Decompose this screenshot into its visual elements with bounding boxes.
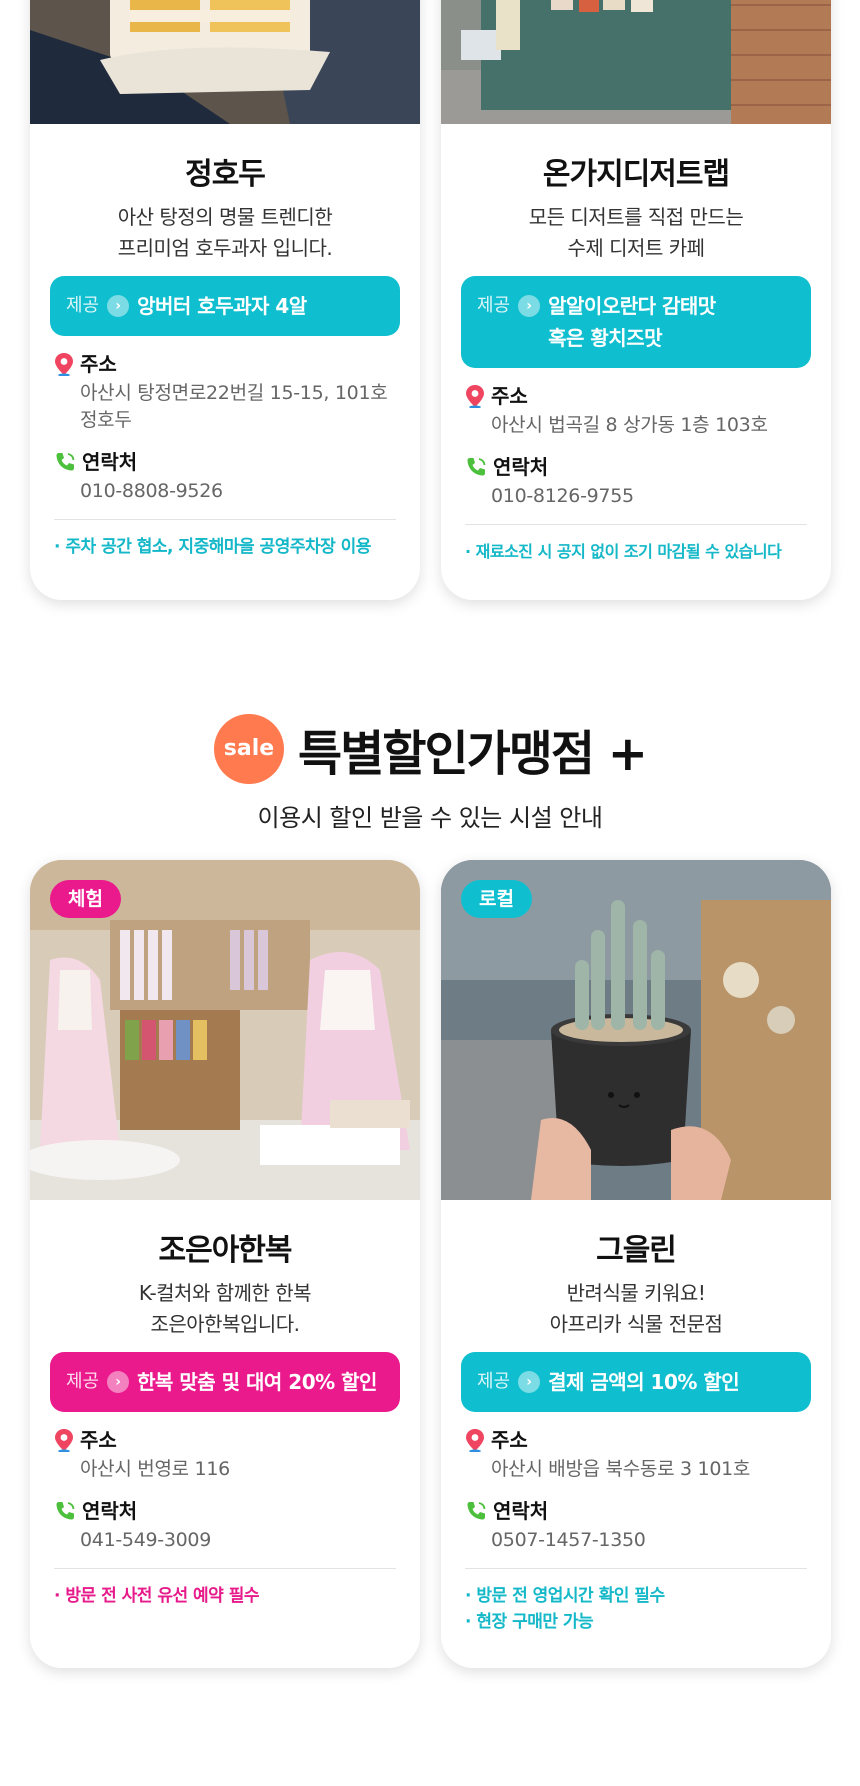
- phone-value[interactable]: 010-8126-9755: [465, 483, 807, 510]
- address-value: 아산시 탕정면로22번길 15-15, 101호 정호두: [80, 382, 388, 431]
- arrow-right-circle-icon: ›: [107, 1371, 130, 1393]
- contact-heading: 연락처: [54, 1497, 396, 1525]
- address-heading: 주소: [54, 350, 396, 378]
- store-description: K-컬처와 함께한 한복 조은아한복입니다.: [138, 1281, 312, 1336]
- store-description: 아산 탕정의 명물 트렌디한 프리미엄 호두과자 입니다.: [117, 205, 333, 260]
- category-badge: 로컬: [461, 880, 532, 918]
- address-heading: 주소: [54, 1426, 396, 1454]
- store-photo-ongaji: [441, 0, 831, 124]
- store-photo-joeuna-hanbok: 체험: [30, 860, 420, 1200]
- phone-icon: [56, 453, 75, 471]
- phone-icon: [56, 1502, 75, 1520]
- location-pin-icon: [55, 1429, 73, 1452]
- note-item: · 현장 구매만 가능: [465, 1612, 594, 1632]
- arrow-right-circle-icon: ›: [518, 295, 541, 317]
- location-pin-icon: [466, 385, 484, 408]
- address-heading: 주소: [465, 1426, 807, 1454]
- store-info: 주소 아산시 번영로 116 연락처 041-549-3009: [54, 1426, 396, 1554]
- phone-value[interactable]: 0507-1457-1350: [465, 1527, 807, 1554]
- store-photo-jeonghodu: [30, 0, 420, 124]
- store-name: 온가지디저트랩: [542, 157, 730, 192]
- location-pin-icon: [466, 1429, 484, 1452]
- category-badge: 체험: [50, 880, 121, 918]
- store-description: 반려식물 키워요! 아프리카 식물 전문점: [549, 1281, 723, 1336]
- offer-label: 제공: [66, 295, 100, 316]
- store-card-ongaji[interactable]: 온가지디저트랩 모든 디저트를 직접 만드는 수제 디저트 카페 제공 › 알알…: [441, 0, 831, 600]
- address-value: 아산시 법곡길 8 상가동 1층 103호: [491, 414, 768, 436]
- section-title: 특별할인가맹점 +: [297, 726, 648, 782]
- contact-heading: 연락처: [465, 453, 807, 481]
- offer-box: 제공 › 한복 맞춤 및 대여 20% 할인: [50, 1352, 400, 1412]
- divider: [54, 1568, 396, 1569]
- offer-value: 알알이오란다 감태맛 혹은 황치즈맛: [548, 294, 716, 350]
- store-description: 모든 디저트를 직접 만드는 수제 디저트 카페: [528, 205, 744, 260]
- store-info: 주소 아산시 법곡길 8 상가동 1층 103호 연락처 010-8126-97…: [465, 382, 807, 510]
- sale-badge: sale: [213, 714, 284, 784]
- divider: [465, 524, 807, 525]
- note-item: · 주차 공간 협소, 지중해마을 공영주차장 이용: [54, 537, 371, 557]
- contact-heading: 연락처: [54, 448, 396, 476]
- offer-value: 앙버터 호두과자 4알: [137, 294, 307, 318]
- divider: [465, 1568, 807, 1569]
- notes: · 재료소진 시 공지 없이 조기 마감될 수 있습니다: [465, 539, 807, 565]
- phone-icon: [467, 1502, 486, 1520]
- location-pin-icon: [55, 353, 73, 376]
- section-header: sale 특별할인가맹점 + 이용시 할인 받을 수 있는 시설 안내: [0, 714, 860, 833]
- divider: [54, 519, 396, 520]
- arrow-right-circle-icon: ›: [518, 1371, 541, 1393]
- offer-box: 제공 › 알알이오란다 감태맛 혹은 황치즈맛: [461, 276, 811, 368]
- phone-value[interactable]: 041-549-3009: [54, 1527, 396, 1554]
- store-name: 조은아한복: [158, 1233, 293, 1268]
- note-item: · 방문 전 영업시간 확인 필수: [465, 1586, 665, 1606]
- notes: · 방문 전 영업시간 확인 필수 · 현장 구매만 가능: [465, 1583, 807, 1635]
- phone-icon: [467, 458, 486, 476]
- store-photo-geueulrin: 로컬: [441, 860, 831, 1200]
- offer-box: 제공 › 앙버터 호두과자 4알: [50, 276, 400, 336]
- address-value: 아산시 배방읍 북수동로 3 101호: [491, 1458, 751, 1480]
- store-card-jeonghodu[interactable]: 정호두 아산 탕정의 명물 트렌디한 프리미엄 호두과자 입니다. 제공 › 앙…: [30, 0, 420, 600]
- note-item: · 재료소진 시 공지 없이 조기 마감될 수 있습니다: [465, 542, 782, 561]
- section-subtitle: 이용시 할인 받을 수 있는 시설 안내: [257, 804, 603, 832]
- offer-value: 결제 금액의 10% 할인: [548, 1370, 740, 1394]
- store-info: 주소 아산시 탕정면로22번길 15-15, 101호 정호두 연락처 010-…: [54, 350, 396, 505]
- offer-value: 한복 맞춤 및 대여 20% 할인: [137, 1370, 377, 1394]
- contact-heading: 연락처: [465, 1497, 807, 1525]
- store-name: 정호두: [185, 157, 266, 192]
- arrow-right-circle-icon: ›: [107, 295, 130, 317]
- offer-label: 제공: [66, 1371, 100, 1392]
- offer-box: 제공 › 결제 금액의 10% 할인: [461, 1352, 811, 1412]
- address-value: 아산시 번영로 116: [80, 1458, 230, 1480]
- note-item: · 방문 전 사전 유선 예약 필수: [54, 1586, 260, 1606]
- notes: · 방문 전 사전 유선 예약 필수: [54, 1583, 396, 1609]
- offer-label: 제공: [477, 295, 511, 316]
- store-card-joeuna-hanbok[interactable]: 체험 조은아한복 K-컬처와 함께한 한복 조은아한복입니다. 제공 › 한복 …: [30, 860, 420, 1668]
- store-card-geueulrin[interactable]: 로컬 그을린 반려식물 키워요! 아프리카 식물 전문점 제공 › 결제 금액의…: [441, 860, 831, 1668]
- address-heading: 주소: [465, 382, 807, 410]
- store-name: 그을린: [596, 1233, 677, 1268]
- store-info: 주소 아산시 배방읍 북수동로 3 101호 연락처 0507-1457-135…: [465, 1426, 807, 1554]
- offer-label: 제공: [477, 1371, 511, 1392]
- phone-value[interactable]: 010-8808-9526: [54, 478, 396, 505]
- notes: · 주차 공간 협소, 지중해마을 공영주차장 이용: [54, 534, 396, 560]
